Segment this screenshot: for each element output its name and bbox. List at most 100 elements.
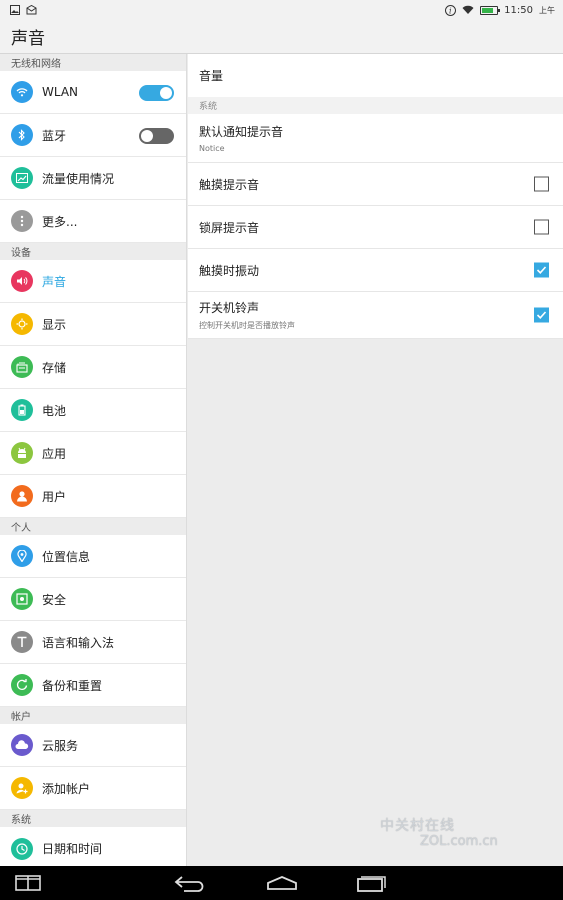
recent-apps-button[interactable] xyxy=(352,866,392,900)
sound-icon xyxy=(11,270,33,292)
sidebar-item[interactable]: 云服务 xyxy=(0,724,186,767)
page-title: 声音 xyxy=(11,29,45,49)
watermark-line1: 中关村在线 xyxy=(380,818,455,834)
sidebar-item-label: 流量使用情况 xyxy=(42,171,115,186)
battery-status-icon xyxy=(480,5,501,15)
home-icon xyxy=(267,876,297,890)
sidebar-item[interactable]: 显示 xyxy=(0,303,186,346)
nav-section-header: 设备 xyxy=(0,243,186,260)
backup-icon xyxy=(11,674,33,696)
data-usage-icon xyxy=(11,167,33,189)
default-tone-title: 默认通知提示音 xyxy=(199,125,284,139)
sidebar-item[interactable]: 语言和输入法 xyxy=(0,621,186,664)
sidebar-item[interactable]: 电池 xyxy=(0,389,186,432)
sound-option-row[interactable]: 开关机铃声控制开关机时是否播放铃声 xyxy=(188,292,563,339)
sound-option-row[interactable]: 触摸提示音 xyxy=(188,163,563,206)
apps-icon xyxy=(11,442,33,464)
toggle-knob xyxy=(141,130,153,142)
sidebar-item-label: 显示 xyxy=(42,317,67,332)
option-subtitle: 控制开关机时是否播放铃声 xyxy=(199,321,295,330)
sidebar-item[interactable]: 声音 xyxy=(0,260,186,303)
user-icon xyxy=(11,485,33,507)
sidebar-item-label: 添加帐户 xyxy=(42,781,91,796)
sidebar-item-label: 云服务 xyxy=(42,738,79,753)
sidebar-item[interactable]: 日期和时间 xyxy=(0,827,186,866)
home-button[interactable] xyxy=(262,866,302,900)
image-notification-icon xyxy=(10,5,20,15)
checkbox[interactable] xyxy=(534,307,549,323)
default-tone-value: Notice xyxy=(199,144,225,153)
check-icon xyxy=(536,311,547,319)
location-icon xyxy=(11,545,33,567)
info-status-icon: i xyxy=(445,4,457,16)
system-section-header: 系统 xyxy=(188,97,563,114)
sidebar-item-label: 用户 xyxy=(42,489,67,504)
sidebar-item-label: 备份和重置 xyxy=(42,678,103,693)
security-icon xyxy=(11,588,33,610)
checkbox[interactable] xyxy=(534,219,549,235)
add-account-icon xyxy=(11,777,33,799)
watermark-line2: ZOL.com.cn xyxy=(420,834,498,849)
sidebar-item-label: 声音 xyxy=(42,274,67,289)
nav-section-header: 帐户 xyxy=(0,707,186,724)
sidebar-item-label: 安全 xyxy=(42,592,67,607)
status-ampm: 上午 xyxy=(539,5,555,15)
default-notification-tone-row[interactable]: 默认通知提示音 Notice xyxy=(188,114,563,163)
volume-row[interactable]: 音量 xyxy=(188,54,563,97)
sidebar-item[interactable]: 用户 xyxy=(0,475,186,518)
checkbox[interactable] xyxy=(534,262,549,278)
sidebar-item-label: 存储 xyxy=(42,360,67,375)
display-icon xyxy=(11,313,33,335)
back-button[interactable] xyxy=(170,866,210,900)
status-time: 11:50 xyxy=(504,4,533,16)
toggle-switch[interactable] xyxy=(139,128,174,144)
sidebar-item[interactable]: 更多... xyxy=(0,200,186,243)
multiwindow-icon xyxy=(15,875,41,891)
volume-label: 音量 xyxy=(199,69,224,83)
sidebar-item[interactable]: 存储 xyxy=(0,346,186,389)
mail-notification-icon xyxy=(26,5,37,15)
option-title: 开关机铃声 xyxy=(199,301,260,315)
sidebar-item[interactable]: 蓝牙 xyxy=(0,114,186,157)
settings-nav: 无线和网络 WLAN 蓝牙流量使用情况 更多... 设备声音显示存储电池应用用户个人 位置… xyxy=(0,54,187,866)
clock-icon xyxy=(11,837,33,860)
svg-text:i: i xyxy=(449,6,452,15)
storage-icon xyxy=(11,356,33,378)
title-bar: 声音 xyxy=(0,20,563,54)
nav-section-header: 无线和网络 xyxy=(0,54,186,71)
sidebar-item[interactable]: 备份和重置 xyxy=(0,664,186,707)
sidebar-item[interactable]: WLAN xyxy=(0,71,186,114)
recent-apps-icon xyxy=(357,876,386,892)
toggle-switch[interactable] xyxy=(139,85,174,101)
watermark: 中关村在线 ZOL.com.cn xyxy=(380,818,540,858)
sidebar-item[interactable]: 应用 xyxy=(0,432,186,475)
cloud-icon xyxy=(11,734,33,756)
language-icon xyxy=(11,631,33,653)
option-title: 触摸提示音 xyxy=(199,177,260,192)
sidebar-item-label: 蓝牙 xyxy=(42,128,67,143)
nav-section-header: 个人 xyxy=(0,518,186,535)
bluetooth-icon xyxy=(11,124,33,146)
sidebar-item[interactable]: 添加帐户 xyxy=(0,767,186,810)
wifi-icon xyxy=(11,81,33,103)
check-icon xyxy=(536,266,547,274)
sidebar-item[interactable]: 位置信息 xyxy=(0,535,186,578)
sidebar-item-label: 日期和时间 xyxy=(42,842,103,856)
sidebar-item-label: 电池 xyxy=(42,403,67,418)
sidebar-item[interactable]: 流量使用情况 xyxy=(0,157,186,200)
sidebar-item-label: 应用 xyxy=(42,446,67,461)
option-title: 锁屏提示音 xyxy=(199,220,260,235)
sound-option-row[interactable]: 触摸时振动 xyxy=(188,249,563,292)
more-icon xyxy=(11,210,33,232)
toggle-knob xyxy=(160,87,172,99)
checkbox[interactable] xyxy=(534,176,549,192)
status-bar: i 11:50 上午 xyxy=(0,0,563,20)
system-nav-bar xyxy=(0,866,563,900)
multiwindow-button[interactable] xyxy=(10,866,46,900)
sound-option-row[interactable]: 锁屏提示音 xyxy=(188,206,563,249)
back-icon xyxy=(174,876,204,892)
system-header-label: 系统 xyxy=(199,102,218,112)
option-title: 触摸时振动 xyxy=(199,263,260,278)
sidebar-item[interactable]: 安全 xyxy=(0,578,186,621)
sidebar-item-label: 更多... xyxy=(42,214,78,229)
